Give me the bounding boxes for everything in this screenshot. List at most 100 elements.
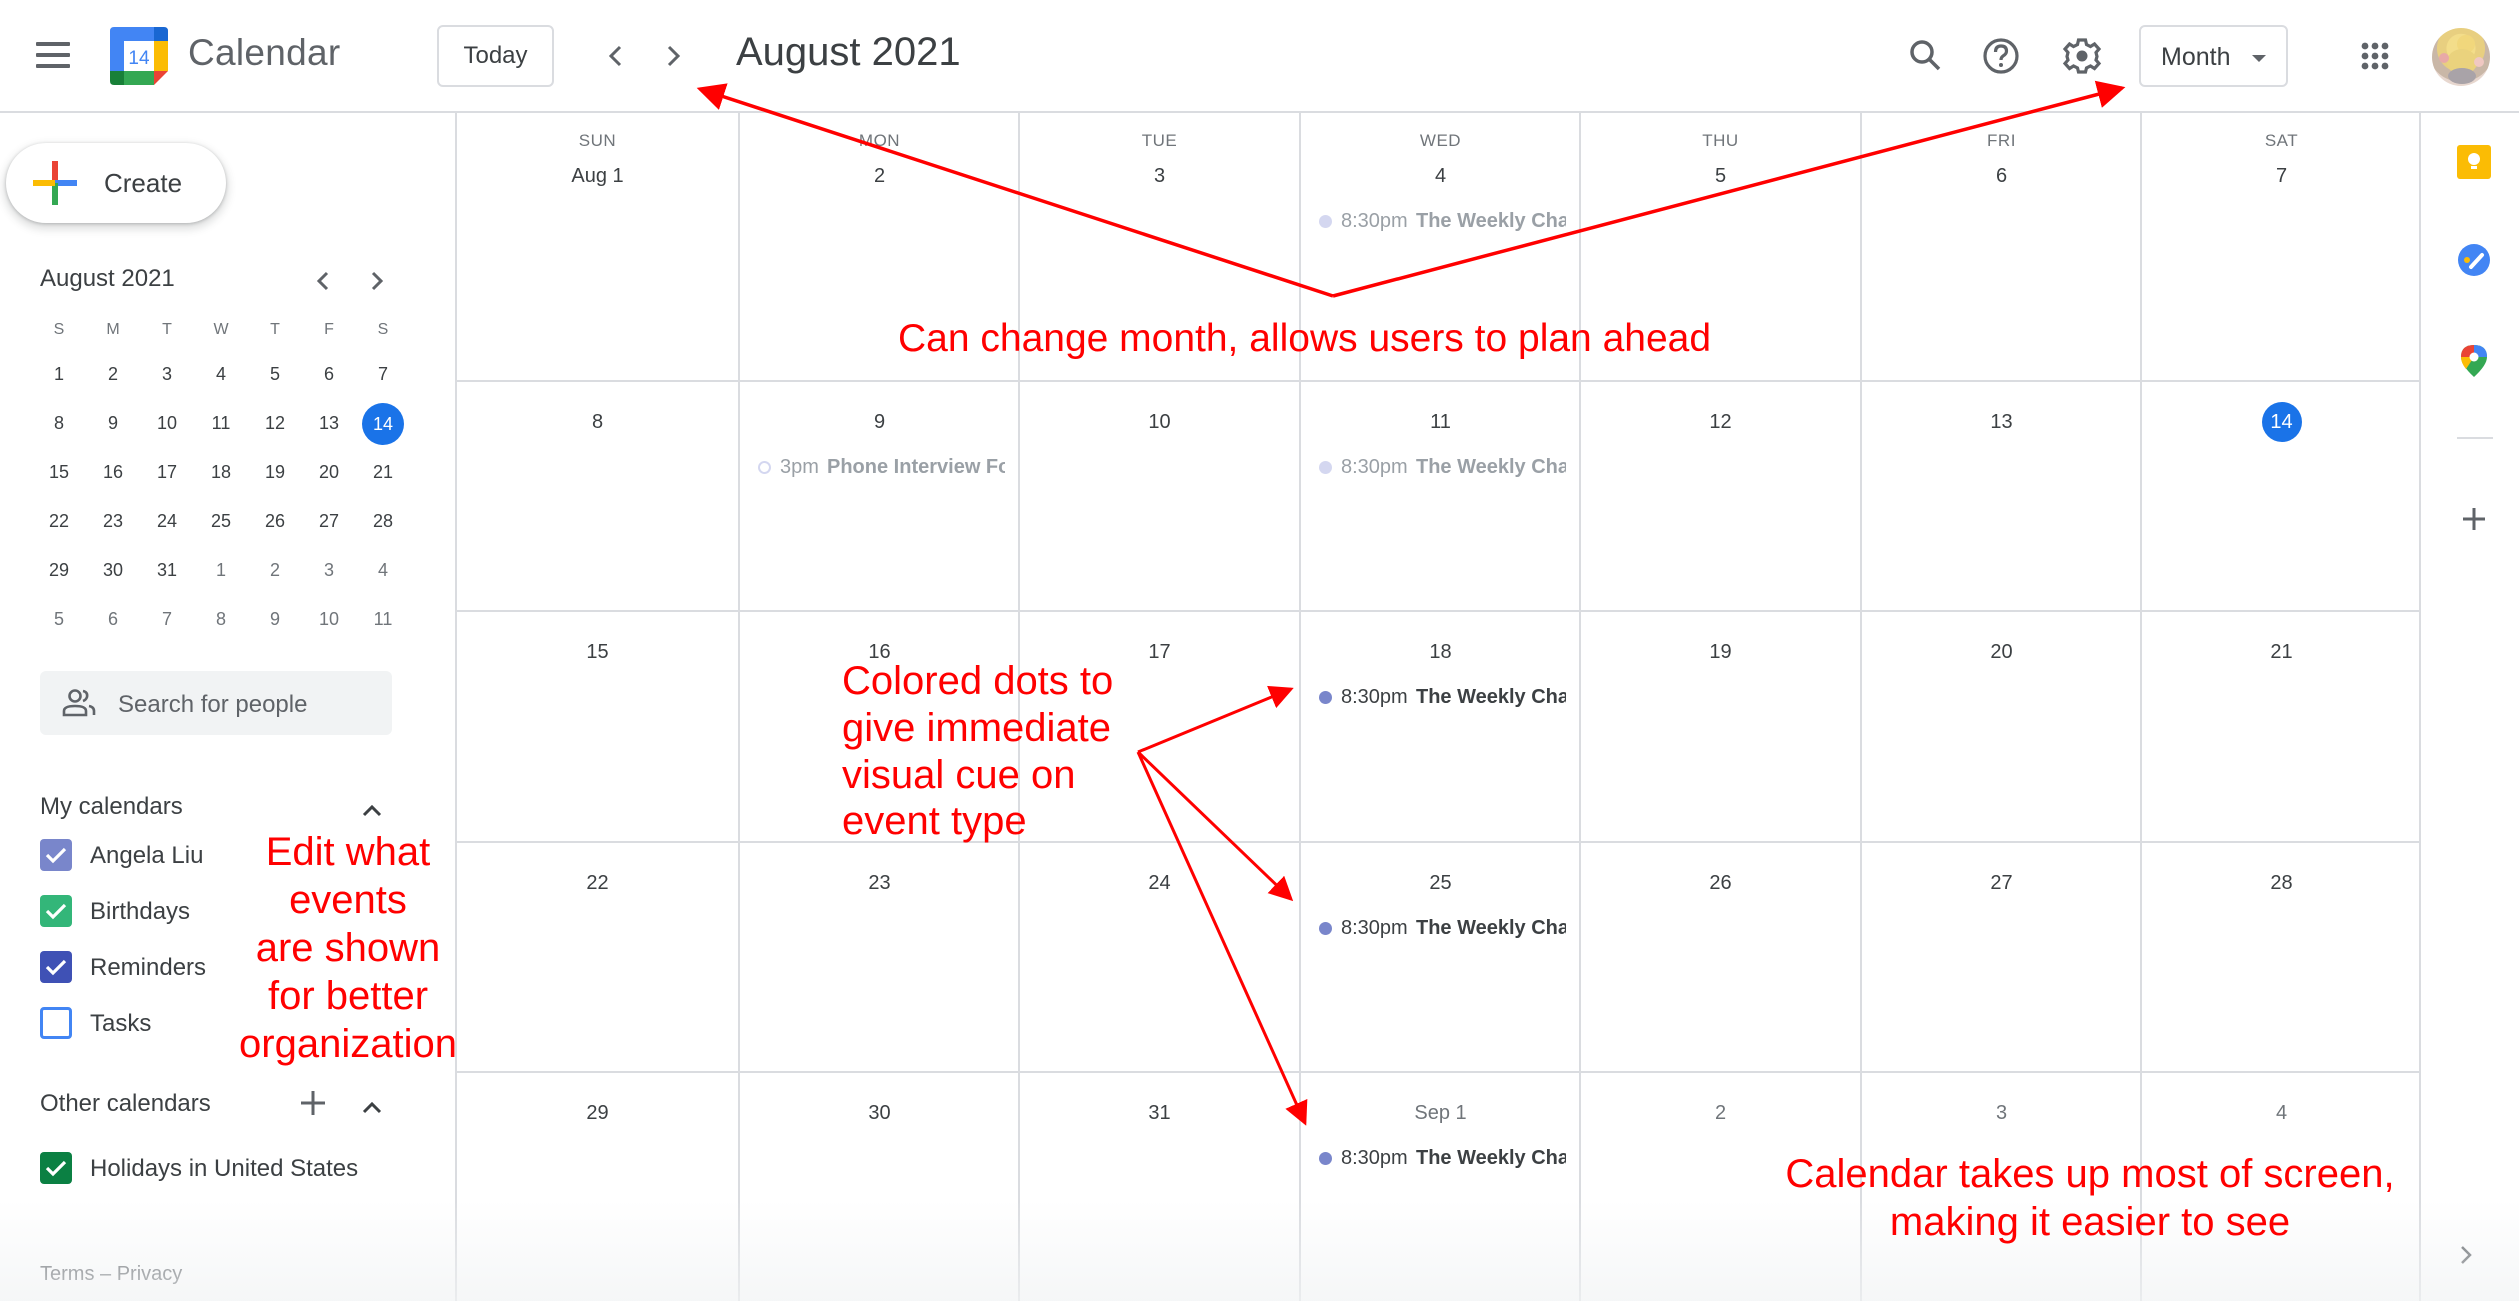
day-cell[interactable]: 15 xyxy=(457,612,738,841)
day-cell[interactable]: 27 xyxy=(1860,843,2141,1071)
mini-calendar-next-button[interactable] xyxy=(358,263,394,299)
day-cell[interactable]: 10 xyxy=(1018,382,1299,610)
day-cell[interactable]: Sep 1 8:30pm The Weekly Cha xyxy=(1299,1073,1580,1301)
main-menu-button[interactable] xyxy=(36,42,70,70)
mini-calendar-day[interactable]: 11 xyxy=(356,609,410,630)
mini-calendar-day[interactable]: 29 xyxy=(32,560,86,581)
mini-calendar-day[interactable]: 30 xyxy=(86,560,140,581)
mini-calendar-day[interactable]: 6 xyxy=(86,609,140,630)
add-other-calendar-button[interactable] xyxy=(297,1087,329,1119)
keep-button[interactable] xyxy=(2457,145,2491,181)
mini-calendar-day[interactable]: 2 xyxy=(248,560,302,581)
day-cell[interactable]: 31 xyxy=(1018,1073,1299,1301)
day-number-label[interactable]: 31 xyxy=(1140,1093,1180,1133)
mini-calendar-day[interactable]: 2 xyxy=(86,364,140,385)
calendar-checkbox[interactable] xyxy=(40,839,72,871)
mini-calendar-day[interactable]: 1 xyxy=(194,560,248,581)
event-chip[interactable]: 8:30pm The Weekly Cha xyxy=(1315,1143,1566,1173)
event-chip[interactable]: 8:30pm The Weekly Cha xyxy=(1315,452,1566,482)
day-number-label[interactable]: 29 xyxy=(578,1093,618,1133)
day-cell[interactable]: SAT 7 xyxy=(2140,113,2421,380)
mini-calendar-day[interactable]: 23 xyxy=(86,511,140,532)
mini-calendar-day[interactable]: 21 xyxy=(356,462,410,483)
other-calendars-collapse-button[interactable] xyxy=(358,1097,386,1117)
mini-calendar-day[interactable]: 7 xyxy=(140,609,194,630)
next-month-button[interactable] xyxy=(653,36,693,76)
day-number-label[interactable]: Aug 1 xyxy=(571,156,623,196)
day-cell[interactable]: 21 xyxy=(2140,612,2421,841)
event-chip[interactable]: 8:30pm The Weekly Cha xyxy=(1315,913,1566,943)
calendar-checkbox[interactable] xyxy=(40,1152,72,1184)
settings-button[interactable] xyxy=(2059,33,2105,79)
calendar-checkbox[interactable] xyxy=(40,895,72,927)
day-cell[interactable]: 23 xyxy=(738,843,1019,1071)
get-add-ons-button[interactable] xyxy=(2457,500,2491,536)
day-number-label[interactable]: 6 xyxy=(1982,156,2022,196)
day-number-label[interactable]: 2 xyxy=(1701,1093,1741,1133)
mini-calendar-day[interactable]: 18 xyxy=(194,462,248,483)
calendar-checkbox[interactable] xyxy=(40,951,72,983)
mini-calendar-day[interactable]: 3 xyxy=(140,364,194,385)
day-cell[interactable]: 11 8:30pm The Weekly Cha xyxy=(1299,382,1580,610)
mini-calendar-day-today[interactable]: 14 xyxy=(356,402,410,445)
mini-calendar-day[interactable]: 5 xyxy=(32,609,86,630)
mini-calendar-day[interactable]: 12 xyxy=(248,413,302,434)
day-number-label[interactable]: 26 xyxy=(1701,863,1741,903)
day-number-label[interactable]: 9 xyxy=(860,402,900,442)
day-cell[interactable]: 8 xyxy=(457,382,738,610)
today-button[interactable]: Today xyxy=(437,25,554,87)
day-number-label[interactable]: 28 xyxy=(2262,863,2302,903)
day-number-label[interactable]: 14 xyxy=(2261,402,2302,442)
day-number-label[interactable]: 15 xyxy=(578,632,618,672)
day-number-label[interactable]: 21 xyxy=(2262,632,2302,672)
event-chip[interactable]: 3pm Phone Interview Fo xyxy=(754,452,1005,482)
day-cell[interactable]: SUN Aug 1 xyxy=(457,113,738,380)
day-number-label[interactable]: 2 xyxy=(860,156,900,196)
day-number-label[interactable]: 30 xyxy=(860,1093,900,1133)
day-number-label[interactable]: Sep 1 xyxy=(1414,1093,1466,1133)
day-cell[interactable]: 28 xyxy=(2140,843,2421,1071)
day-number-label[interactable]: 22 xyxy=(578,863,618,903)
day-number-label[interactable]: 27 xyxy=(1982,863,2022,903)
maps-button[interactable] xyxy=(2457,343,2491,379)
day-cell[interactable]: 9 3pm Phone Interview Fo xyxy=(738,382,1019,610)
mini-calendar-day[interactable]: 15 xyxy=(32,462,86,483)
day-cell[interactable]: 12 xyxy=(1579,382,1860,610)
mini-calendar-day[interactable]: 10 xyxy=(140,413,194,434)
day-cell[interactable]: FRI 6 xyxy=(1860,113,2141,380)
my-calendars-collapse-button[interactable] xyxy=(358,800,386,820)
mini-calendar-day[interactable]: 25 xyxy=(194,511,248,532)
calendar-checkbox[interactable] xyxy=(40,1007,72,1039)
mini-calendar-day[interactable]: 26 xyxy=(248,511,302,532)
day-cell[interactable]: 29 xyxy=(457,1073,738,1301)
day-number-label[interactable]: 10 xyxy=(1140,402,1180,442)
mini-calendar-day[interactable]: 17 xyxy=(140,462,194,483)
day-number-label[interactable]: 23 xyxy=(860,863,900,903)
day-number-label[interactable]: 4 xyxy=(1421,156,1461,196)
create-button[interactable]: Create xyxy=(6,143,226,223)
mini-calendar-day[interactable]: 4 xyxy=(194,364,248,385)
view-selector-dropdown[interactable]: Month xyxy=(2139,25,2288,87)
mini-calendar-prev-button[interactable] xyxy=(306,263,342,299)
day-cell[interactable]: 22 xyxy=(457,843,738,1071)
day-number-label[interactable]: 13 xyxy=(1982,402,2022,442)
mini-calendar-day[interactable]: 22 xyxy=(32,511,86,532)
mini-calendar-day[interactable]: 4 xyxy=(356,560,410,581)
mini-calendar-day[interactable]: 13 xyxy=(302,413,356,434)
privacy-link[interactable]: Privacy xyxy=(117,1263,183,1285)
mini-calendar-day[interactable]: 7 xyxy=(356,364,410,385)
day-number-label[interactable]: 20 xyxy=(1982,632,2022,672)
mini-calendar-day[interactable]: 9 xyxy=(86,413,140,434)
day-cell[interactable]: 30 xyxy=(738,1073,1019,1301)
day-number-label[interactable]: 4 xyxy=(2262,1093,2302,1133)
mini-calendar-day[interactable]: 3 xyxy=(302,560,356,581)
day-number-label[interactable]: 12 xyxy=(1701,402,1741,442)
mini-calendar-day[interactable]: 11 xyxy=(194,413,248,434)
day-number-label[interactable]: 24 xyxy=(1140,863,1180,903)
day-cell[interactable]: 25 8:30pm The Weekly Cha xyxy=(1299,843,1580,1071)
mini-calendar-day[interactable]: 10 xyxy=(302,609,356,630)
day-number-label[interactable]: 19 xyxy=(1701,632,1741,672)
mini-calendar-day[interactable]: 31 xyxy=(140,560,194,581)
tasks-button[interactable] xyxy=(2457,243,2491,279)
day-number-label[interactable]: 7 xyxy=(2262,156,2302,196)
